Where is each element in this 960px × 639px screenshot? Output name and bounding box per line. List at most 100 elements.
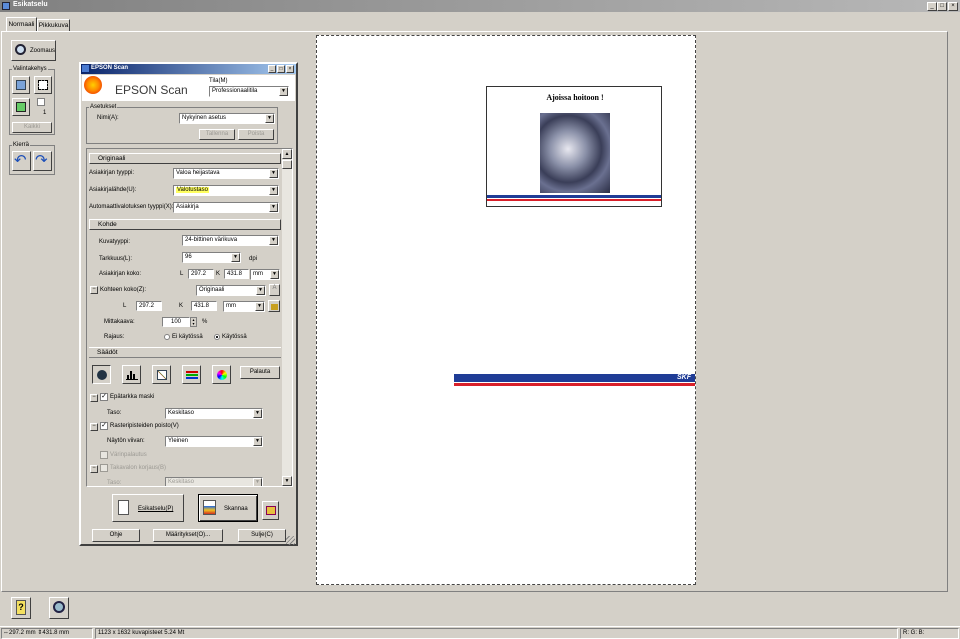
rotate-label: Kierrä	[12, 141, 31, 149]
orientation-button[interactable]: A	[269, 284, 280, 296]
close-button[interactable]: ×	[948, 2, 958, 11]
scan-button[interactable]: Skannaa	[198, 494, 258, 522]
chevron-down-icon: ▼	[269, 203, 278, 212]
auto-exposure-button[interactable]	[92, 365, 111, 384]
preview-button[interactable]: Esikatselu(P)	[112, 494, 184, 522]
rotate-right-button[interactable]: ↷	[33, 151, 52, 171]
reset-button[interactable]: Palauta	[240, 366, 280, 379]
mode-value: Professionaalitila	[212, 88, 258, 94]
target-size-value: Originaali	[199, 287, 225, 293]
bearing-photo	[540, 113, 610, 193]
scroll-down-arrow[interactable]: ▼	[282, 476, 292, 486]
target-section-header[interactable]: Kohde	[89, 219, 281, 230]
scale-field[interactable]: 100	[162, 317, 190, 327]
doc-type-select[interactable]: Valoa heijastava ▼	[173, 168, 279, 179]
display-select[interactable]: Yleinen ▼	[165, 436, 263, 447]
marquee-button[interactable]	[34, 76, 52, 94]
original-section-header[interactable]: Originaali	[89, 153, 281, 164]
histogram-button[interactable]	[122, 365, 141, 384]
descreen-collapse[interactable]: −	[90, 423, 98, 431]
auto-exposure-icon	[97, 370, 107, 380]
flower-icon	[84, 76, 102, 94]
scrollbar[interactable]: ▲ ▼	[282, 149, 292, 486]
preview-blue-band: SKF	[454, 374, 695, 382]
target-size-select[interactable]: Originaali ▼	[196, 285, 266, 296]
width-field[interactable]: 297.2	[188, 269, 214, 279]
zoom-preview-button[interactable]	[49, 597, 69, 619]
resolution-value: 96	[185, 254, 192, 260]
target-size-collapse[interactable]: −	[90, 286, 98, 294]
help-button[interactable]: Ohje	[92, 529, 140, 542]
settings-name-select[interactable]: Nykyinen asetus ▼	[179, 113, 275, 124]
rotate-right-icon: ↷	[35, 152, 48, 169]
target-unit-select[interactable]: mm ▼	[223, 301, 265, 312]
mode-select[interactable]: Professionaalitila ▼	[209, 86, 289, 97]
lock-button[interactable]	[268, 300, 280, 312]
settings-group-label: Asetukset	[89, 103, 118, 111]
magnifier-icon	[15, 44, 26, 55]
dialog-maximize-button[interactable]: □	[277, 65, 285, 73]
image-adjust-button[interactable]	[182, 365, 201, 384]
configuration-button[interactable]: Määritykset(O)...	[153, 529, 223, 542]
trim-on-radio[interactable]	[214, 334, 220, 340]
preview-button-label: Esikatselu(P)	[138, 506, 174, 512]
delete-settings-button[interactable]: Poista	[238, 129, 274, 140]
app-icon	[2, 2, 10, 10]
scale-stepper[interactable]: ▴ ▾	[190, 317, 197, 327]
maximize-button[interactable]: □	[937, 2, 947, 11]
zoom-label: Zoomaus	[30, 48, 56, 54]
selection-frame-label: Valintakehys	[12, 65, 48, 73]
resolution-select[interactable]: 96 ▼	[182, 252, 241, 263]
frame-count: 1	[43, 110, 47, 116]
scroll-thumb[interactable]	[282, 160, 292, 169]
adjust-section-header[interactable]: Säädöt	[89, 347, 281, 358]
settings-name-value: Nykyinen asetus	[182, 115, 227, 121]
tab-thumbnail[interactable]: Pikkukuva	[37, 19, 70, 31]
scroll-up-arrow[interactable]: ▲	[282, 149, 292, 159]
unsharp-collapse[interactable]: −	[90, 394, 98, 402]
backlight-level-select[interactable]: Keskitaso ▼	[165, 477, 263, 486]
tab-normal[interactable]: Normaali	[6, 17, 37, 31]
unit-select[interactable]: mm ▼	[250, 269, 280, 280]
backlight-level-label: Taso:	[107, 480, 122, 486]
color-palette-button[interactable]	[212, 365, 231, 384]
image-type-select[interactable]: 24-bittinen värikuva ▼	[182, 235, 279, 246]
close-dialog-button[interactable]: Sulje(C)	[238, 529, 286, 542]
preview-area[interactable]: Ajoissa hoitoon ! SKF	[316, 35, 696, 585]
backlight-collapse[interactable]: −	[90, 465, 98, 473]
chevron-down-icon: ▼	[270, 270, 279, 279]
auto-locate-button[interactable]	[12, 76, 30, 94]
doc-source-label: Asiakirjalähde(U):	[89, 187, 137, 193]
unsharp-checkbox[interactable]: ✓	[100, 393, 108, 401]
zoom-button[interactable]: Zoomaus	[11, 40, 56, 61]
trim-off-radio[interactable]	[164, 334, 170, 340]
backlight-checkbox[interactable]	[100, 464, 108, 472]
target-width-field[interactable]: 297.2	[136, 301, 162, 311]
color-restore-checkbox[interactable]	[100, 451, 108, 459]
level-select[interactable]: Keskitaso ▼	[165, 408, 263, 419]
height-field[interactable]: 431.8	[224, 269, 249, 279]
doc-source-select[interactable]: Valotustaso ▼	[173, 185, 279, 196]
target-height-field[interactable]: 431.8	[191, 301, 217, 311]
file-save-settings-button[interactable]	[262, 501, 279, 520]
backlight-label: Takavalon korjaus(B)	[110, 465, 167, 471]
auto-exposure-select[interactable]: Asiakirja ▼	[173, 202, 279, 213]
descreen-checkbox[interactable]: ✓	[100, 422, 108, 430]
dialog-close-button[interactable]: ×	[286, 65, 294, 73]
delete-all-button[interactable]: Kaikki	[12, 122, 52, 133]
dialog-minimize-button[interactable]: _	[268, 65, 276, 73]
tone-curve-button[interactable]	[152, 365, 171, 384]
chevron-down-icon: ▼	[265, 114, 274, 123]
folder-icon	[266, 506, 276, 515]
help-toolbar-button[interactable]: ?	[11, 597, 31, 619]
resize-grip[interactable]	[286, 536, 295, 545]
unit-value: mm	[253, 271, 263, 277]
save-settings-button[interactable]: Tallenna	[199, 129, 235, 140]
target-height-label: K	[179, 303, 184, 309]
height-label: K	[216, 271, 221, 277]
multi-frame-button[interactable]	[12, 98, 30, 116]
lock-icon	[271, 304, 278, 310]
color-wheel-icon	[217, 370, 227, 380]
minimize-button[interactable]: _	[927, 2, 937, 11]
rotate-left-button[interactable]: ↶	[12, 151, 31, 171]
